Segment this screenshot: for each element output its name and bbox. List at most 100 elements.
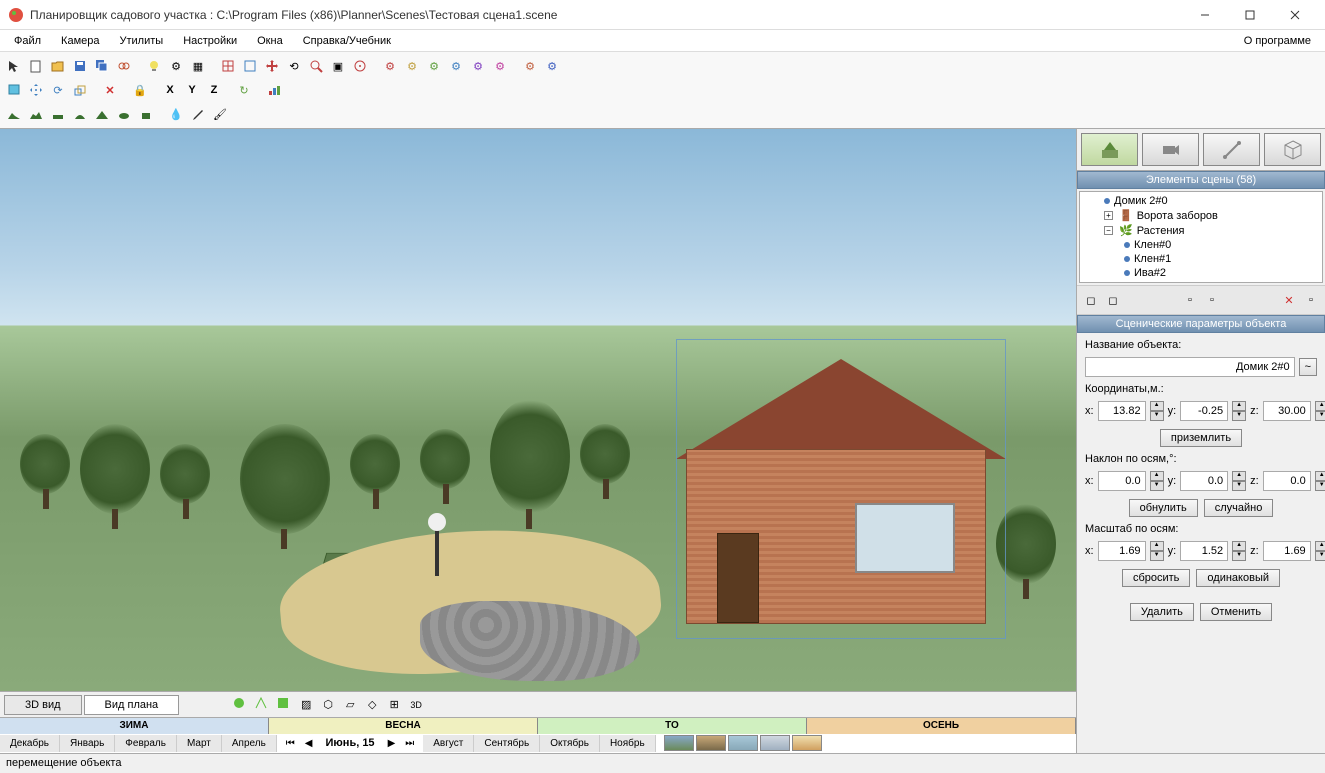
month-dec[interactable]: Декабрь (0, 735, 60, 752)
scale-y-up[interactable]: ▲ (1232, 541, 1246, 551)
scale-y-input[interactable] (1180, 541, 1228, 561)
terrain4-icon[interactable] (70, 104, 90, 124)
save-as-icon[interactable] (92, 56, 112, 76)
grid-icon[interactable] (218, 56, 238, 76)
menu-camera[interactable]: Камера (51, 33, 109, 49)
panel-tab-scene[interactable] (1081, 133, 1138, 166)
vis6-icon[interactable]: ▱ (341, 696, 359, 714)
move2-icon[interactable] (26, 80, 46, 100)
scene-del-icon[interactable]: ✕ (1279, 290, 1299, 310)
rotate2-icon[interactable]: ⟳ (48, 80, 68, 100)
sky-thumb-5[interactable] (792, 735, 822, 751)
menu-file[interactable]: Файл (4, 33, 51, 49)
delete-icon[interactable]: ✕ (100, 80, 120, 100)
gear-yellow-icon[interactable]: ⚙ (402, 56, 422, 76)
coord-z-down[interactable]: ▼ (1315, 411, 1325, 421)
lock-icon[interactable]: 🔒 (130, 80, 150, 100)
scale-z-up[interactable]: ▲ (1315, 541, 1325, 551)
maximize-button[interactable] (1227, 1, 1272, 29)
menu-utilities[interactable]: Утилиты (110, 33, 174, 49)
menu-windows[interactable]: Окна (247, 33, 293, 49)
ground-button[interactable]: приземлить (1160, 429, 1242, 447)
coord-y-up[interactable]: ▲ (1232, 401, 1246, 411)
month-mar[interactable]: Март (177, 735, 222, 752)
viewport-3d[interactable] (0, 129, 1076, 691)
vis2-icon[interactable] (253, 696, 271, 714)
vis9-icon[interactable]: 3D (407, 696, 425, 714)
coord-z-input[interactable] (1263, 401, 1311, 421)
scale-z-input[interactable] (1263, 541, 1311, 561)
tool2-icon[interactable]: ▦ (188, 56, 208, 76)
tilt-z-up[interactable]: ▲ (1315, 471, 1325, 481)
tilt-x-up[interactable]: ▲ (1150, 471, 1164, 481)
gear-purple-icon[interactable]: ⚙ (468, 56, 488, 76)
refresh-icon[interactable]: ↻ (234, 80, 254, 100)
timeline-next[interactable]: ▶ (385, 738, 399, 749)
name-dropdown-button[interactable]: ~ (1299, 358, 1317, 376)
scene-tool2-icon[interactable]: ◻ (1103, 290, 1123, 310)
scale-x-up[interactable]: ▲ (1150, 541, 1164, 551)
tree-item-house[interactable]: Домик 2#0 (1084, 194, 1318, 208)
gear3-icon[interactable]: ⚙ (542, 56, 562, 76)
target-icon[interactable] (350, 56, 370, 76)
tree-item-willow2[interactable]: Ива#2 (1084, 266, 1318, 280)
menu-about[interactable]: О программе (1234, 33, 1321, 49)
month-feb[interactable]: Февраль (115, 735, 177, 752)
menu-settings[interactable]: Настройки (173, 33, 247, 49)
delete-button[interactable]: Удалить (1130, 603, 1194, 621)
tab-plan-view[interactable]: Вид плана (84, 695, 180, 715)
scene-tree[interactable]: Домик 2#0 +🚪Ворота заборов −🌿Растения Кл… (1079, 191, 1323, 283)
scale-x-input[interactable] (1098, 541, 1146, 561)
scene-copy-icon[interactable]: ▫ (1301, 290, 1321, 310)
house-object[interactable] (686, 359, 996, 624)
zoom-icon[interactable] (306, 56, 326, 76)
vis4-icon[interactable]: ▨ (297, 696, 315, 714)
tilt-y-input[interactable] (1180, 471, 1228, 491)
tab-3d-view[interactable]: 3D вид (4, 695, 82, 715)
pointer-icon[interactable] (4, 56, 24, 76)
reset-tilt-button[interactable]: обнулить (1129, 499, 1198, 517)
scene-tool3-icon[interactable]: ▫ (1180, 290, 1200, 310)
panel-tab-camera[interactable] (1142, 133, 1199, 166)
month-nov[interactable]: Ноябрь (600, 735, 656, 752)
timeline-prev[interactable]: ◀ (302, 738, 316, 749)
select-icon[interactable]: ▣ (328, 56, 348, 76)
rotate-icon[interactable]: ⟲ (284, 56, 304, 76)
axis-y-button[interactable]: Y (182, 80, 202, 100)
coord-y-down[interactable]: ▼ (1232, 411, 1246, 421)
panel-tab-measure[interactable] (1203, 133, 1260, 166)
season-summer[interactable]: ТО (538, 718, 807, 734)
tilt-x-down[interactable]: ▼ (1150, 481, 1164, 491)
tree-item-plants[interactable]: −🌿Растения (1084, 223, 1318, 238)
reset-scale-button[interactable]: сбросить (1122, 569, 1190, 587)
vis1-icon[interactable] (231, 696, 249, 714)
vis7-icon[interactable]: ◇ (363, 696, 381, 714)
month-jan[interactable]: Январь (60, 735, 115, 752)
water-icon[interactable]: 💧 (166, 104, 186, 124)
tilt-z-down[interactable]: ▼ (1315, 481, 1325, 491)
object-name-input[interactable] (1085, 357, 1295, 377)
coord-y-input[interactable] (1180, 401, 1228, 421)
terrain3-icon[interactable] (48, 104, 68, 124)
sky-thumb-2[interactable] (696, 735, 726, 751)
tilt-z-input[interactable] (1263, 471, 1311, 491)
scale-icon[interactable] (70, 80, 90, 100)
axis-x-button[interactable]: X (160, 80, 180, 100)
move-icon[interactable] (262, 56, 282, 76)
month-aug[interactable]: Август (423, 735, 474, 752)
new-icon[interactable] (26, 56, 46, 76)
tree-item-maple0[interactable]: Клен#0 (1084, 238, 1318, 252)
window-icon[interactable] (4, 80, 24, 100)
tree-item-gates[interactable]: +🚪Ворота заборов (1084, 208, 1318, 223)
coord-x-down[interactable]: ▼ (1150, 411, 1164, 421)
gear-green-icon[interactable]: ⚙ (424, 56, 444, 76)
scene-tool4-icon[interactable]: ▫ (1202, 290, 1222, 310)
save-icon[interactable] (70, 56, 90, 76)
sky-thumb-3[interactable] (728, 735, 758, 751)
terrain1-icon[interactable] (4, 104, 24, 124)
gear-pink-icon[interactable]: ⚙ (490, 56, 510, 76)
coord-x-input[interactable] (1098, 401, 1146, 421)
minimize-button[interactable] (1182, 1, 1227, 29)
tool-icon[interactable]: ⚙ (166, 56, 186, 76)
tilt-x-input[interactable] (1098, 471, 1146, 491)
